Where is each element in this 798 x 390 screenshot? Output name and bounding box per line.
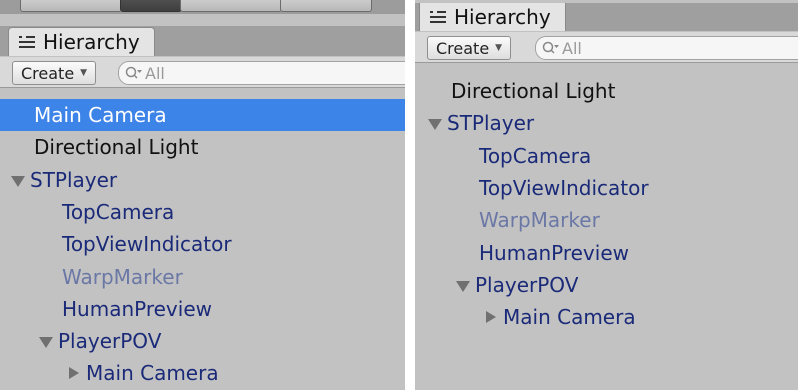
dropdown-arrow-icon: ▼ — [80, 68, 88, 78]
search-icon — [542, 41, 560, 55]
tree-item-label: TopCamera — [479, 143, 592, 168]
search-input[interactable]: All — [535, 36, 798, 60]
list-icon — [430, 10, 446, 24]
tree-item-label: TopViewIndicator — [479, 175, 649, 200]
tree-item-label: Main Camera — [34, 103, 167, 127]
search-placeholder: All — [145, 63, 165, 83]
search-input[interactable]: All — [118, 61, 405, 85]
create-button[interactable]: Create ▼ — [12, 61, 97, 85]
tab-hierarchy[interactable]: Hierarchy — [8, 27, 155, 56]
hierarchy-toolbar: Create ▼ All — [415, 32, 798, 63]
tab-bar: Hierarchy — [0, 26, 405, 56]
expanded-triangle-icon[interactable] — [10, 173, 26, 187]
tab-label: Hierarchy — [454, 5, 551, 29]
tree-item[interactable]: STPlayer — [415, 107, 798, 139]
tree-item[interactable]: TopCamera — [0, 196, 405, 228]
tree-item-label: PlayerPOV — [58, 329, 162, 354]
dropdown-arrow-icon: ▼ — [495, 43, 503, 53]
tree-item[interactable]: Main Camera — [415, 301, 798, 333]
tree-item-label: Directional Light — [451, 79, 616, 103]
tree-item[interactable]: Directional Light — [0, 131, 405, 163]
tree-item[interactable]: WarpMarker — [0, 261, 405, 293]
list-icon — [19, 35, 35, 49]
tree-item[interactable]: Directional Light — [415, 75, 798, 107]
toolbar-button[interactable] — [280, 0, 372, 12]
tree-item[interactable]: TopViewIndicator — [0, 228, 405, 260]
top-toolbar-strip — [0, 0, 405, 14]
create-button[interactable]: Create ▼ — [427, 36, 512, 60]
tree-item-label: STPlayer — [447, 111, 535, 136]
tree-item-label: Main Camera — [503, 305, 636, 330]
tree-item[interactable]: Main Camera — [0, 357, 405, 389]
expanded-triangle-icon[interactable] — [38, 334, 54, 349]
tree-item-label: STPlayer — [30, 167, 118, 192]
tree-item-label: Directional Light — [34, 135, 199, 160]
tree-item-label: WarpMarker — [62, 264, 183, 289]
tree-item[interactable]: PlayerPOV — [415, 269, 798, 301]
tree-item-label: HumanPreview — [479, 240, 629, 265]
tree-item[interactable]: HumanPreview — [415, 237, 798, 269]
create-label: Create — [21, 63, 75, 83]
collapsed-triangle-icon[interactable] — [483, 310, 499, 324]
tree-item[interactable]: TopViewIndicator — [415, 172, 798, 204]
tree-item-label: WarpMarker — [479, 208, 600, 233]
tree-item-label: TopCamera — [62, 199, 175, 224]
search-placeholder: All — [562, 38, 582, 58]
search-icon — [125, 66, 143, 80]
toolbar-button[interactable] — [20, 0, 122, 12]
tab-label: Hierarchy — [43, 30, 140, 54]
hierarchy-toolbar: Create ▼ All — [0, 57, 405, 88]
collapsed-triangle-icon[interactable] — [66, 366, 82, 380]
tab-bar: Hierarchy — [415, 3, 798, 31]
create-label: Create — [436, 38, 490, 58]
tab-hierarchy[interactable]: Hierarchy — [419, 3, 566, 31]
expanded-triangle-icon[interactable] — [455, 278, 471, 292]
tree-item[interactable]: TopCamera — [415, 140, 798, 172]
panel-divider — [405, 0, 415, 390]
tree-item-label: Main Camera — [86, 361, 219, 386]
tree-item[interactable]: STPlayer — [0, 164, 405, 196]
tree-item[interactable]: WarpMarker — [415, 204, 798, 236]
hierarchy-panel-left: Hierarchy Create ▼ All Main Camera Direct… — [0, 0, 405, 390]
toolbar-button[interactable] — [120, 0, 182, 12]
expanded-triangle-icon[interactable] — [427, 116, 443, 131]
tree-item[interactable]: PlayerPOV — [0, 325, 405, 357]
tree-item[interactable]: HumanPreview — [0, 293, 405, 325]
toolbar-button[interactable] — [180, 0, 282, 12]
tree-item[interactable]: Main Camera — [0, 99, 405, 131]
tree-item-label: TopViewIndicator — [62, 232, 232, 257]
hierarchy-panel-right: Hierarchy Create ▼ All Directional Light… — [415, 0, 798, 390]
tree-item-label: HumanPreview — [62, 296, 212, 321]
tree-item-label: PlayerPOV — [475, 272, 579, 297]
